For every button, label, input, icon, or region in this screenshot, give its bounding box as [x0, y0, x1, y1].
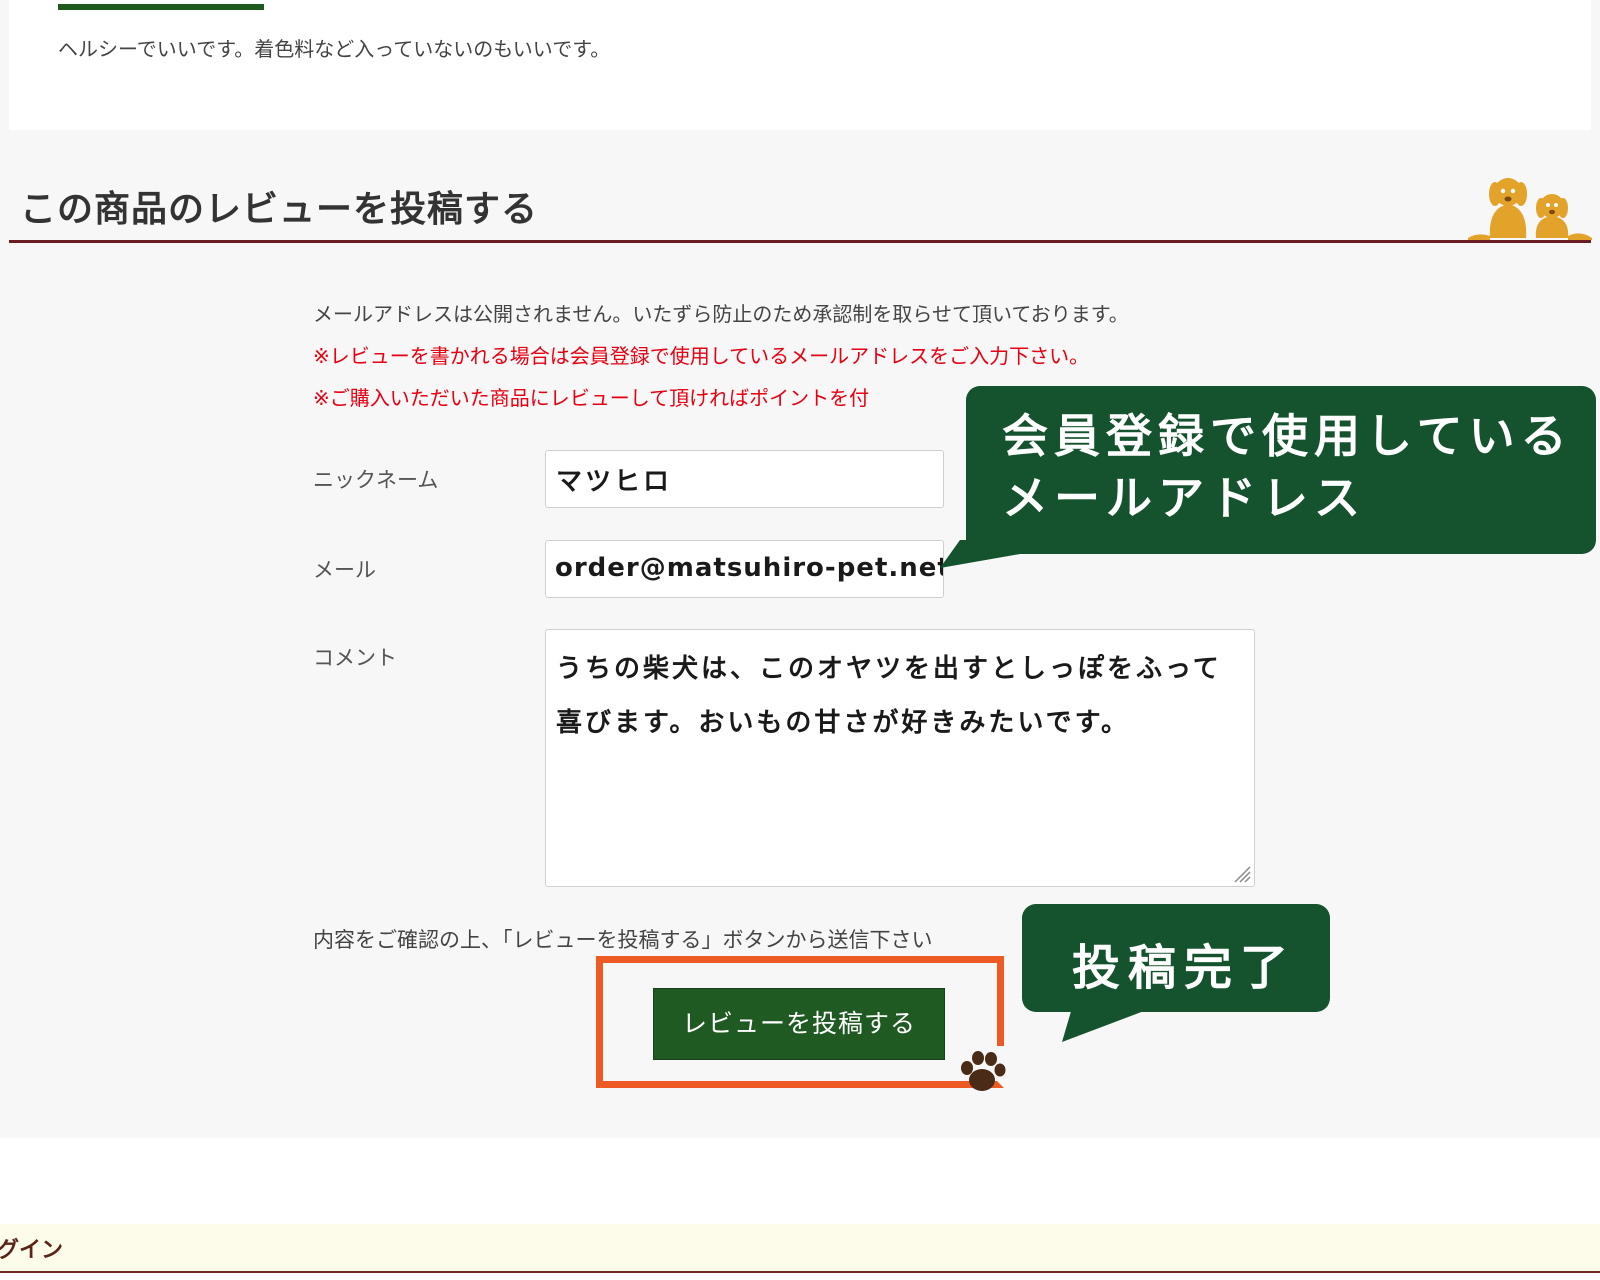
comment-label: コメント	[313, 646, 397, 670]
callout-submit-text: 投稿完了	[1072, 940, 1297, 996]
previous-review-text: ヘルシーでいいです。着色料など入っていないのもいいです。	[58, 37, 611, 61]
login-section-header	[0, 1224, 1600, 1272]
login-divider	[0, 1271, 1600, 1273]
email-input[interactable]: order@matsuhiro-pet.net	[545, 540, 944, 598]
member-email-notice: ※レビューを書かれる場合は会員登録で使用しているメールアドレスをご入力下さい。	[313, 344, 1090, 368]
comment-line-1: うちの柴犬は、このオヤツを出すとしっぽをふって	[556, 654, 1222, 684]
submit-review-button[interactable]: レビューを投稿する	[653, 988, 945, 1060]
dogs-illustration	[1468, 178, 1592, 240]
callout-email-line-1: 会員登録で使用している	[1002, 409, 1573, 463]
previous-review-accent-bar	[58, 4, 264, 10]
comment-textarea[interactable]: うちの柴犬は、このオヤツを出すとしっぽをふって 喜びます。おいもの甘さが好きみた…	[545, 629, 1255, 887]
callout-submit: 投稿完了	[1022, 904, 1330, 1012]
login-heading: グイン	[0, 1238, 64, 1263]
title-divider	[9, 240, 1591, 243]
nickname-label: ニックネーム	[313, 468, 439, 492]
callout-submit-pointer	[1062, 1008, 1152, 1042]
points-notice: ※ご購入いただいた商品にレビューして頂ければポイントを付	[313, 386, 870, 410]
privacy-notice: メールアドレスは公開されません。いたずら防止のため承認制を取らせて頂いております…	[313, 302, 1129, 326]
comment-line-2: 喜びます。おいもの甘さが好きみたいです。	[556, 708, 1131, 738]
confirm-instruction: 内容をご確認の上、「レビューを投稿する」ボタンから送信下さい	[313, 928, 933, 952]
paw-icon	[961, 1051, 1006, 1091]
submit-highlight-frame-edge	[997, 956, 1004, 1046]
email-label: メール	[313, 558, 376, 582]
callout-email: 会員登録で使用している メールアドレス	[966, 386, 1596, 554]
callout-email-line-2: メールアドレス	[1002, 471, 1366, 525]
resize-grip-icon[interactable]	[1231, 863, 1251, 883]
nickname-input[interactable]: マツヒロ	[545, 450, 944, 508]
previous-review-card	[9, 0, 1591, 130]
review-form-title: この商品のレビューを投稿する	[20, 189, 539, 230]
